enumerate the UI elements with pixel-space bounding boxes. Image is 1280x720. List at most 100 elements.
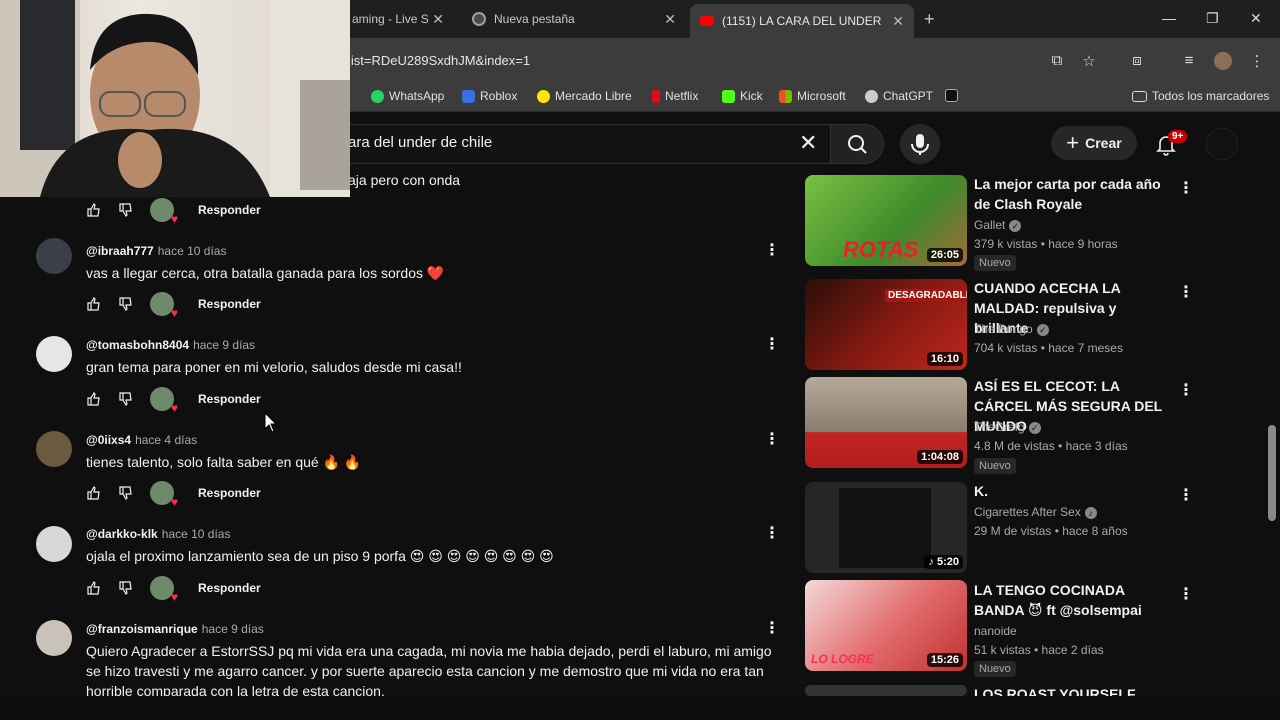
chrome-menu-icon[interactable]: ⋮ [1248, 52, 1266, 70]
new-tab-icon[interactable]: + [924, 9, 935, 30]
comment-actions: Responder [86, 387, 261, 415]
comment-menu-icon[interactable]: ⋮ [764, 431, 780, 449]
like-icon[interactable] [86, 202, 102, 218]
comment-author[interactable]: @tomasbohn8404 hace 9 días [86, 338, 255, 352]
microphone-icon [911, 134, 929, 155]
like-icon[interactable] [86, 296, 102, 312]
commenter-avatar[interactable] [36, 238, 72, 274]
dislike-icon[interactable] [118, 391, 134, 407]
search-icon [848, 135, 867, 154]
bookmark-kick[interactable]: Kick [722, 89, 763, 103]
video-menu-icon[interactable]: ⋮ [1178, 282, 1194, 301]
comment-author[interactable]: @franzoismanrique hace 9 días [86, 622, 264, 636]
tab-youtube-active[interactable]: (1151) LA CARA DEL UNDER DE ✕ [690, 4, 914, 38]
dislike-icon[interactable] [118, 485, 134, 501]
bookmark-netflix[interactable]: Netflix [652, 89, 698, 103]
tab-close-icon[interactable]: ✕ [892, 13, 904, 30]
dislike-icon[interactable] [118, 580, 134, 596]
video-meta: 4.8 M de vistas • hace 3 días [974, 439, 1128, 453]
all-bookmarks[interactable]: Todos los marcadores [1132, 89, 1269, 103]
search-input-value[interactable]: ara del under de chile [348, 134, 492, 151]
like-icon[interactable] [86, 391, 102, 407]
creator-heart-icon [150, 481, 178, 509]
reply-button[interactable]: Responder [198, 581, 261, 595]
search-button[interactable] [830, 124, 884, 164]
video-title[interactable]: K. [974, 481, 1170, 501]
tab-close-icon[interactable]: ✕ [664, 11, 676, 28]
comment-menu-icon[interactable]: ⋮ [764, 620, 780, 638]
reply-button[interactable]: Responder [198, 392, 261, 406]
bookmark-chatgpt[interactable]: ChatGPT [865, 89, 933, 103]
video-menu-icon[interactable]: ⋮ [1178, 584, 1194, 603]
comment-menu-icon[interactable]: ⋮ [764, 242, 780, 260]
verified-icon: ✓ [1009, 219, 1022, 232]
reply-button[interactable]: Responder [198, 297, 261, 311]
video-thumbnail[interactable]: 1:04:08 [805, 377, 967, 468]
channel-name[interactable]: Cigarettes After Sex ♪ [974, 505, 1097, 519]
webcam-overlay [0, 0, 350, 197]
comment-author[interactable]: @ibraah777 hace 10 días [86, 244, 226, 258]
video-thumbnail[interactable] [805, 685, 967, 696]
commenter-avatar[interactable] [36, 526, 72, 562]
video-thumbnail[interactable]: ROTAS 26:05 [805, 175, 967, 266]
voice-search-button[interactable] [900, 124, 940, 164]
close-window-icon[interactable]: ✕ [1250, 10, 1262, 27]
video-menu-icon[interactable]: ⋮ [1178, 380, 1194, 399]
video-menu-icon[interactable]: ⋮ [1178, 485, 1194, 504]
reply-button[interactable]: Responder [198, 486, 261, 500]
creator-heart-icon [150, 387, 178, 415]
dislike-icon[interactable] [118, 202, 134, 218]
tab-new[interactable]: Nueva pestaña ✕ [462, 4, 686, 34]
video-thumbnail[interactable]: ♪ 5:20 [805, 482, 967, 573]
video-thumbnail[interactable]: DESAGRADABLE 16:10 [805, 279, 967, 370]
channel-name[interactable]: TheGrefg ✓ [974, 420, 1041, 434]
bookmark-star-icon[interactable]: ☆ [1080, 52, 1098, 70]
comment-menu-icon[interactable]: ⋮ [764, 336, 780, 354]
install-app-icon[interactable]: ⧉ [1048, 52, 1066, 70]
extensions-icon[interactable]: ⧈ [1128, 52, 1146, 70]
tab-label: aming - Live S [352, 12, 429, 26]
comment-menu-icon[interactable]: ⋮ [764, 525, 780, 543]
tab-close-icon[interactable]: ✕ [432, 11, 444, 28]
video-title[interactable]: LA TENGO COCINADA BANDA 😈 ft @solsempai [974, 580, 1170, 620]
video-thumbnail[interactable]: LO LOGRE 15:26 [805, 580, 967, 671]
comment-author[interactable]: @darkko-klk hace 10 días [86, 527, 230, 541]
video-menu-icon[interactable]: ⋮ [1178, 178, 1194, 197]
channel-name[interactable]: Gallet ✓ [974, 218, 1022, 232]
bookmark-roblox[interactable]: Roblox [462, 89, 517, 103]
restore-icon[interactable]: ❐ [1206, 10, 1219, 27]
clear-search-icon[interactable]: ✕ [799, 130, 817, 156]
reply-button[interactable]: Responder [198, 203, 261, 217]
bookmark-tiktok[interactable] [945, 89, 958, 102]
comment-text: gran tema para poner en mi velorio, salu… [86, 359, 462, 375]
minimize-icon[interactable]: — [1162, 10, 1176, 26]
account-avatar[interactable] [1206, 128, 1238, 160]
creator-heart-icon [150, 292, 178, 320]
profile-avatar[interactable] [1214, 52, 1232, 70]
bookmark-mercadolibre[interactable]: Mercado Libre [537, 89, 632, 103]
video-title[interactable]: LOS ROAST YOURSELF [974, 684, 1170, 696]
channel-name[interactable]: nanoide [974, 624, 1017, 638]
channel-name[interactable]: The Bongo ✓ [974, 322, 1049, 336]
dislike-icon[interactable] [118, 296, 134, 312]
url-field[interactable]: list=RDeU289SxdhJM&index=1 [348, 53, 530, 68]
like-icon[interactable] [86, 580, 102, 596]
whatsapp-icon [371, 89, 384, 103]
page-scrollbar[interactable] [1266, 118, 1276, 694]
comment-author[interactable]: @0iixs4 hace 4 días [86, 433, 197, 447]
media-controls-icon[interactable]: ≡ [1180, 52, 1198, 70]
bookmark-whatsapp[interactable]: WhatsApp [371, 89, 444, 103]
scrollbar-thumb[interactable] [1268, 425, 1276, 521]
tab-live[interactable]: aming - Live S ✕ [342, 4, 454, 34]
create-button[interactable]: + Crear [1051, 126, 1137, 160]
folder-icon [1132, 90, 1147, 102]
commenter-avatar[interactable] [36, 431, 72, 467]
bookmark-microsoft[interactable]: Microsoft [779, 89, 846, 103]
commenter-avatar[interactable] [36, 336, 72, 372]
commenter-avatar[interactable] [36, 620, 72, 656]
netflix-icon [652, 89, 660, 103]
video-title[interactable]: La mejor carta por cada año de Clash Roy… [974, 174, 1170, 214]
comment-actions: Responder [86, 292, 261, 320]
like-icon[interactable] [86, 485, 102, 501]
video-duration: 16:10 [926, 352, 963, 366]
